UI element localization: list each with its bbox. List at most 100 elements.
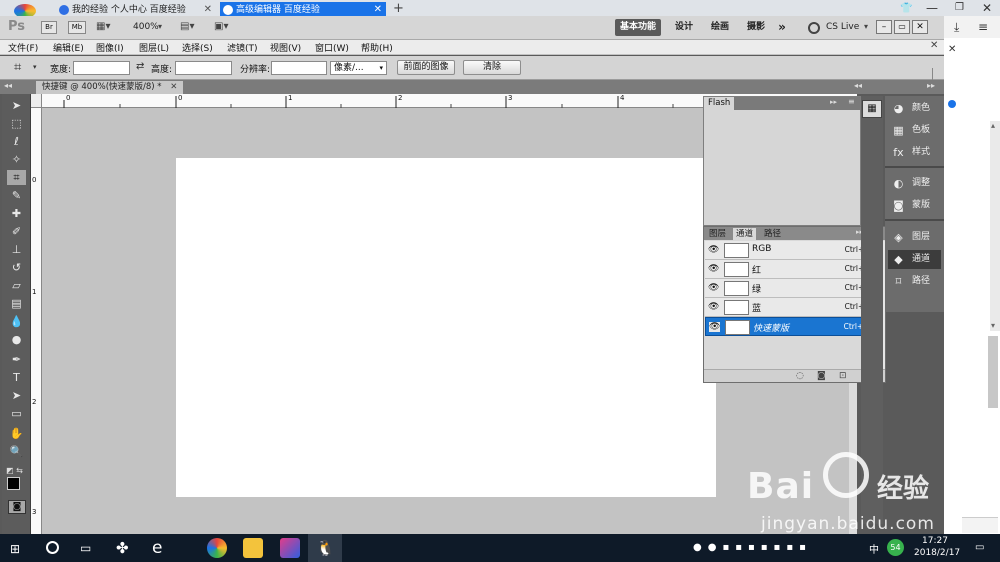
eye-icon[interactable]: 👁 [708, 283, 719, 293]
swap-dimensions-icon[interactable]: ⇄ [136, 61, 144, 72]
ps-minimize-icon[interactable]: – [876, 20, 892, 34]
zoom-tool-icon[interactable]: 🔍 [7, 444, 26, 459]
view-extras-icon[interactable]: ▦▾ [96, 21, 118, 34]
document-tab[interactable]: 快捷键 @ 400%(快速蒙版/8) * ✕ [36, 81, 184, 94]
collapse-panel-icon[interactable]: ▸▸ [830, 98, 837, 106]
default-colors-icon[interactable]: ◩ ⇆ [6, 466, 23, 475]
lasso-tool-icon[interactable]: ℓ [7, 134, 26, 149]
load-channel-icon[interactable]: ◌ [796, 371, 804, 381]
browser-taskbar-icon[interactable] [207, 538, 227, 558]
channel-row-green[interactable]: 👁 绿 Ctrl+4 [705, 279, 875, 298]
menu-layer[interactable]: 图层(L) [139, 41, 169, 54]
resolution-unit-select[interactable]: 像素/... ▾ [330, 61, 387, 75]
dodge-tool-icon[interactable]: ● [7, 332, 26, 347]
page-scrollbar-thumb[interactable] [988, 336, 998, 408]
app-icon[interactable] [280, 538, 300, 558]
new-channel-icon[interactable]: ⊡ [839, 371, 847, 381]
save-selection-icon[interactable]: ◙ [817, 371, 826, 381]
tab-paths[interactable]: 路径 [761, 228, 784, 240]
workspace-design[interactable]: 设计 [668, 19, 700, 36]
doc-close-icon[interactable]: ✕ [930, 40, 938, 51]
workspace-photography[interactable]: 摄影 [740, 19, 772, 36]
eye-icon[interactable]: 👁 [708, 245, 719, 255]
eraser-tool-icon[interactable]: ▱ [7, 278, 26, 293]
menu-icon[interactable]: ≡ [978, 20, 988, 34]
dock-masks[interactable]: ◙ 蒙版 [888, 196, 941, 215]
menu-image[interactable]: 图像(I) [96, 41, 124, 54]
close-sidebar-icon[interactable]: ✕ [948, 44, 956, 55]
resolution-input[interactable] [271, 61, 327, 75]
zoom-dropdown-icon[interactable]: ▾ [158, 22, 162, 31]
workspace-essentials[interactable]: 基本功能 [615, 19, 661, 36]
ime-indicator[interactable]: 中 [869, 541, 879, 556]
cs-live-button[interactable]: CS Live [826, 22, 859, 32]
clear-button[interactable]: 清除 [463, 60, 521, 75]
dock-paths[interactable]: ⌑ 路径 [888, 272, 941, 291]
bridge-button[interactable]: Br [41, 21, 57, 34]
more-workspaces-button[interactable]: » [774, 19, 790, 36]
dock-layers[interactable]: ◈ 图层 [888, 228, 941, 247]
workspace-painting[interactable]: 绘画 [704, 19, 736, 36]
width-input[interactable] [73, 61, 130, 75]
cs-live-icon[interactable] [808, 22, 820, 34]
ie-icon[interactable]: e [152, 538, 162, 558]
clone-stamp-tool-icon[interactable]: ⊥ [7, 242, 26, 257]
dock-styles[interactable]: fx 样式 [888, 143, 941, 162]
minimize-browser-icon[interactable]: — [926, 1, 938, 15]
dock-color[interactable]: ◕ 颜色 [888, 99, 941, 118]
crop-tool-icon[interactable]: ⌗ [14, 60, 21, 75]
zoom-level[interactable]: 400% [133, 22, 159, 32]
tab-layers[interactable]: 图层 [706, 228, 729, 240]
file-explorer-icon[interactable] [243, 538, 263, 558]
flash-panel-icon[interactable]: ▦ [862, 100, 882, 118]
pen-tool-icon[interactable]: ✒ [7, 352, 26, 367]
ps-close-icon[interactable]: ✕ [912, 20, 928, 34]
status-badge[interactable]: 54 [887, 539, 904, 556]
tray-icons[interactable]: ●●▪▪▪▪▪▪▪ [693, 542, 812, 553]
collapse-toolbox-icon[interactable]: ◂◂ [4, 81, 12, 90]
screen-mode-icon[interactable]: ▣▾ [214, 21, 238, 34]
notification-icon[interactable]: ▭ [975, 542, 984, 553]
path-selection-tool-icon[interactable]: ➤ [7, 388, 26, 403]
tshirt-icon[interactable]: 👕 [900, 3, 912, 14]
ps-restore-icon[interactable]: ▭ [894, 20, 910, 34]
crop-tool-icon[interactable]: ⌗ [7, 170, 26, 185]
marquee-tool-icon[interactable]: ⬚ [7, 116, 26, 131]
channel-row-red[interactable]: 👁 红 Ctrl+3 [705, 260, 875, 279]
eye-icon[interactable]: 👁 [708, 302, 719, 312]
fan-app-icon[interactable]: ✤ [116, 539, 129, 557]
search-icon[interactable] [46, 541, 59, 554]
ruler-origin[interactable] [31, 94, 42, 108]
new-tab-button[interactable]: + [393, 1, 404, 16]
eye-icon[interactable]: 👁 [709, 322, 720, 332]
menu-file[interactable]: 文件(F) [8, 41, 38, 54]
restore-browser-icon[interactable]: ❐ [955, 2, 964, 13]
close-browser-icon[interactable]: ✕ [982, 1, 992, 15]
blur-tool-icon[interactable]: 💧 [7, 314, 26, 329]
clock-time[interactable]: 17:27 [922, 536, 948, 546]
document-canvas[interactable] [176, 158, 716, 497]
quick-select-tool-icon[interactable]: ✧ [7, 152, 26, 167]
rectangle-tool-icon[interactable]: ▭ [7, 406, 26, 421]
channel-row-rgb[interactable]: 👁 RGB Ctrl+2 [705, 241, 875, 260]
healing-brush-tool-icon[interactable]: ✚ [7, 206, 26, 221]
history-brush-tool-icon[interactable]: ↺ [7, 260, 26, 275]
front-image-button[interactable]: 前面的图像 [397, 60, 455, 75]
vertical-ruler[interactable]: 0 1 2 3 [31, 108, 42, 534]
height-input[interactable] [175, 61, 232, 75]
tab-channels[interactable]: 通道 [733, 228, 757, 240]
menu-window[interactable]: 窗口(W) [315, 41, 349, 54]
dock-adjustments[interactable]: ◐ 调整 [888, 174, 941, 193]
page-scrollbar[interactable]: ▴ ▾ [990, 121, 1000, 331]
clock-date[interactable]: 2018/2/17 [914, 548, 960, 558]
type-tool-icon[interactable]: T [7, 370, 26, 385]
task-view-icon[interactable]: ▭ [80, 541, 91, 555]
flash-tab[interactable]: Flash [704, 97, 735, 110]
eye-icon[interactable]: 👁 [708, 264, 719, 274]
qq-taskbar-item[interactable]: 🐧 [308, 534, 342, 562]
eyedropper-tool-icon[interactable]: ✎ [7, 188, 26, 203]
expand-dock-icon[interactable]: ▸▸ [927, 81, 935, 90]
quick-mask-icon[interactable]: ◙ [8, 500, 26, 514]
move-tool-icon[interactable]: ➤ [7, 98, 26, 113]
windows-start-icon[interactable]: ⊞ [10, 542, 20, 556]
